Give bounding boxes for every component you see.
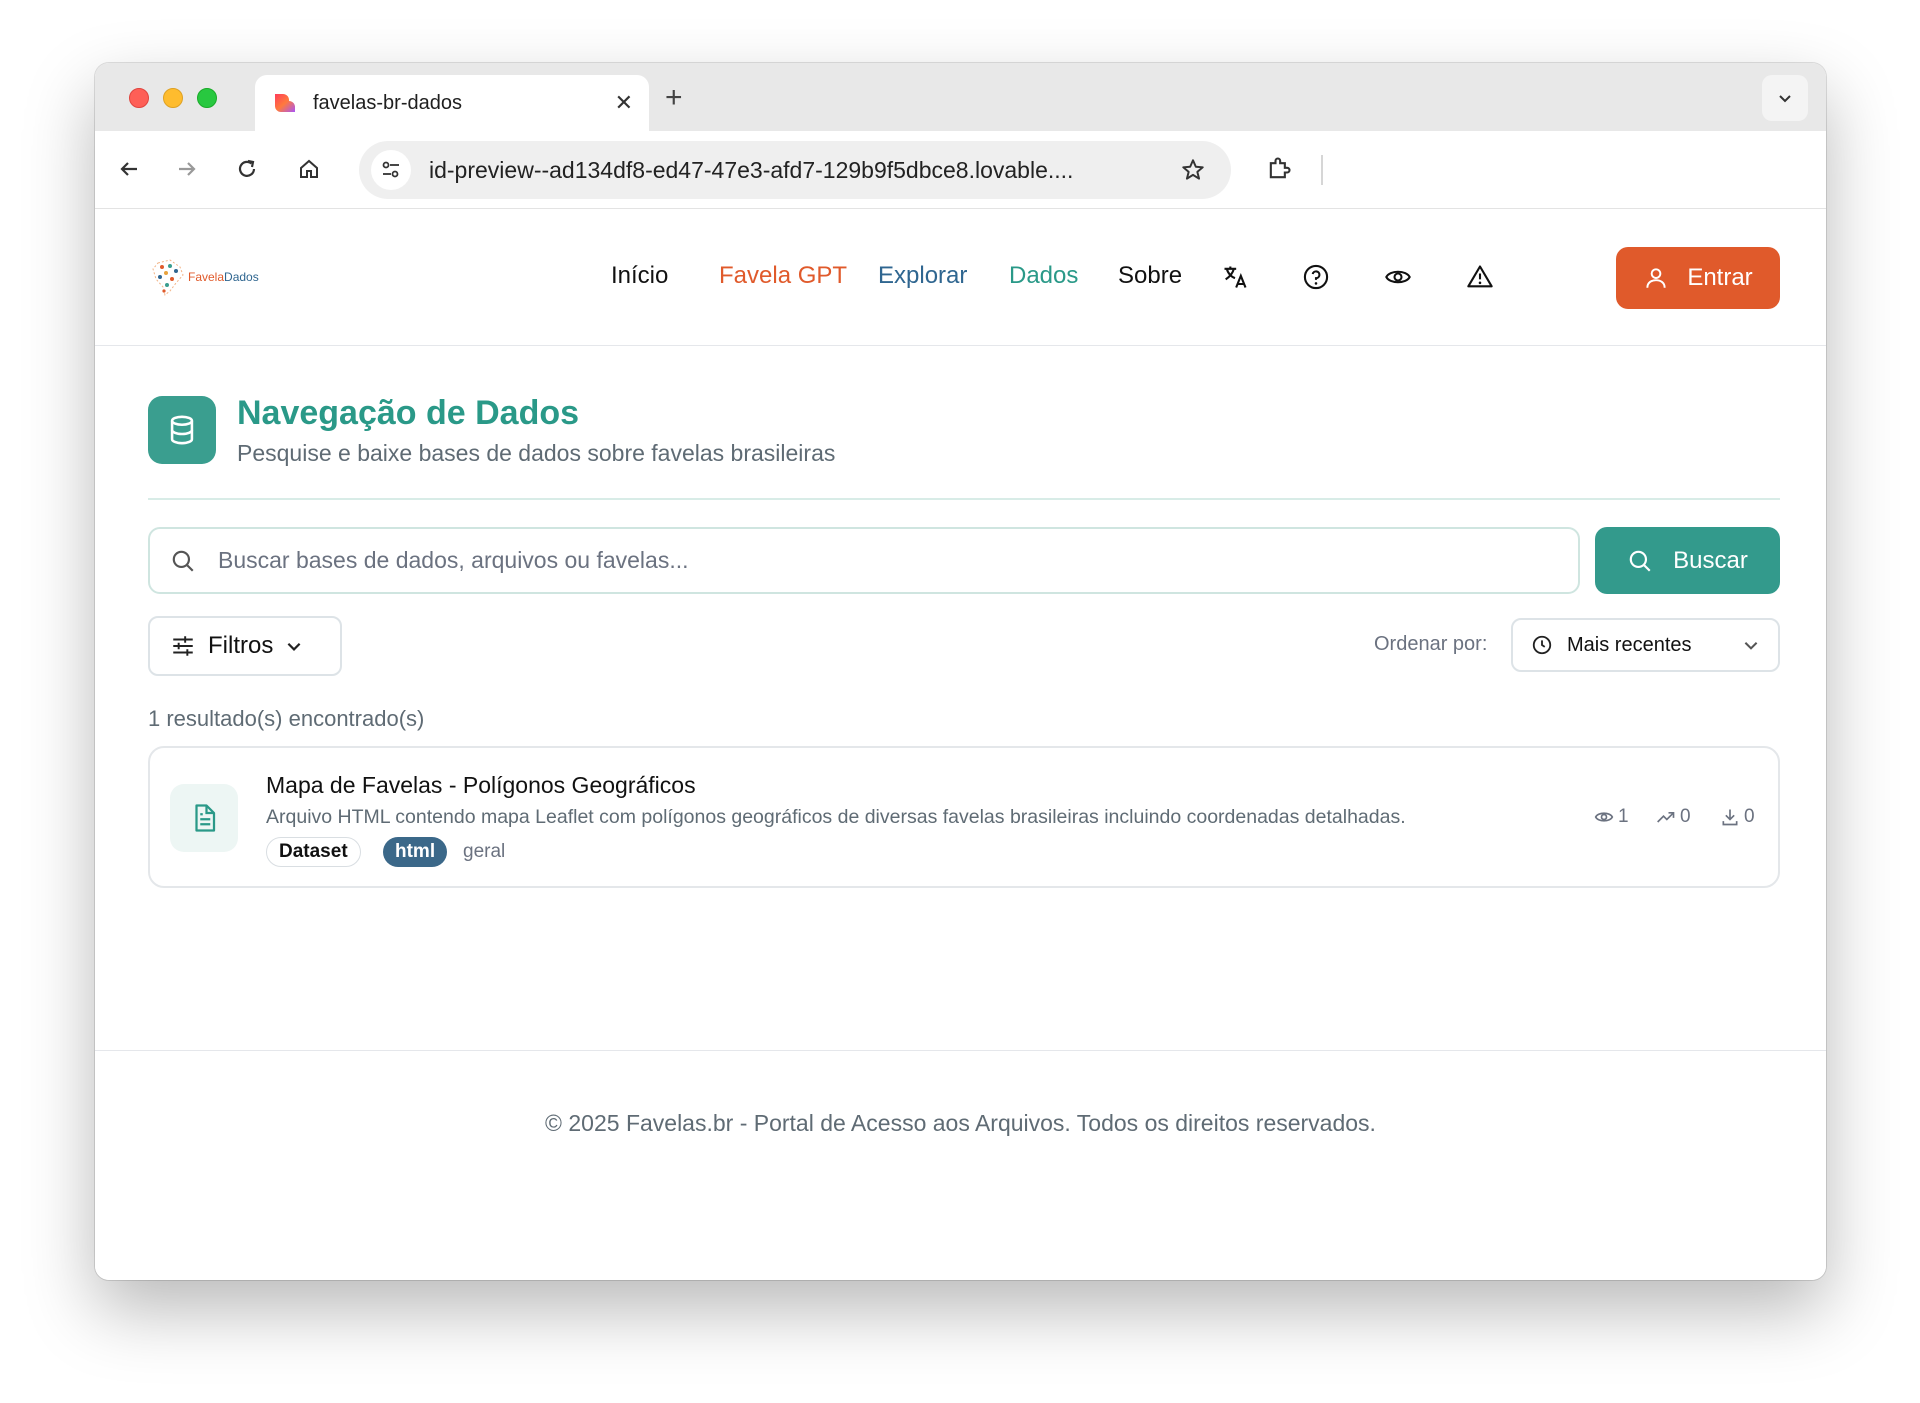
close-tab-icon[interactable]: ✕ [615,90,633,116]
filters-button[interactable]: Filtros [148,616,342,676]
trend-stat: 0 [1656,806,1691,828]
page-title: Navegação de Dados [237,394,580,432]
download-icon [1722,809,1738,826]
nav-explorar[interactable]: Explorar [878,262,967,290]
sort-select[interactable]: Mais recentes [1511,618,1780,672]
site-logo[interactable]: FavelaDados [150,252,270,302]
clock-icon [1532,635,1552,655]
browser-tab[interactable]: favelas-br-dados ✕ [255,75,649,131]
views-stat: 1 [1594,806,1629,828]
views-count: 1 [1618,806,1629,827]
site-info-button[interactable] [371,150,411,190]
file-text-icon [195,804,216,832]
filters-label: Filtros [208,632,274,659]
forward-button[interactable] [169,151,205,187]
url-text[interactable]: id-preview--ad134df8-ed47-47e3-afd7-129b… [429,157,1175,184]
report-button[interactable] [1463,260,1497,294]
sort-label: Ordenar por: [1374,633,1488,655]
file-icon-badge [170,784,238,852]
page: FavelaDados Início Favela GPT Explorar D… [95,210,1826,1280]
user-icon [1646,268,1666,288]
logo-text: FavelaDados [188,270,259,284]
search-button-label: Buscar [1673,546,1748,574]
minimize-window-button[interactable] [163,88,183,108]
site-navbar: FavelaDados Início Favela GPT Explorar D… [95,210,1826,346]
star-icon [1182,159,1204,180]
alert-icon [1467,265,1493,288]
puzzle-icon [1269,157,1291,179]
extensions-button[interactable] [1261,151,1297,187]
type-badge: Dataset [266,837,361,867]
database-icon [170,415,194,445]
nav-dados[interactable]: Dados [1009,262,1078,290]
eye-icon [1385,270,1411,284]
translate-button[interactable] [1218,260,1252,294]
toolbar-divider [1321,155,1323,185]
help-icon [1303,264,1329,290]
database-icon-badge [148,396,216,464]
close-window-button[interactable] [129,88,149,108]
page-subtitle: Pesquise e baixe bases de dados sobre fa… [237,440,836,466]
search-input[interactable] [218,547,1518,574]
result-card[interactable]: Mapa de Favelas - Polígonos Geográficos … [148,746,1780,888]
home-icon [300,159,318,178]
chevron-down-icon [287,642,301,651]
new-tab-button[interactable]: + [665,81,683,115]
category-label: geral [463,841,506,862]
footer-divider [95,1050,1826,1051]
chevron-down-icon [1744,642,1758,650]
tab-title: favelas-br-dados [313,91,462,114]
address-bar[interactable]: id-preview--ad134df8-ed47-47e3-afd7-129b… [359,141,1231,199]
downloads-stat: 0 [1720,806,1755,828]
translate-icon [1224,266,1247,288]
home-button[interactable] [291,151,327,187]
nav-inicio[interactable]: Início [611,262,668,290]
forward-arrow-icon [179,162,196,176]
reload-icon [238,159,256,177]
tab-strip: favelas-br-dados ✕ + [95,63,1826,131]
chevron-down-icon [1779,95,1791,103]
results-count: 1 resultado(s) encontrado(s) [148,706,425,731]
sort-value: Mais recentes [1567,633,1692,656]
eye-icon [1594,812,1614,822]
trending-up-icon [1657,812,1675,823]
result-description: Arquivo HTML contendo mapa Leaflet com p… [266,806,1406,828]
login-button[interactable]: Entrar [1616,247,1780,309]
search-button-icon [1629,550,1651,572]
browser-window: favelas-br-dados ✕ + id-preview--ad134df… [95,63,1826,1280]
section-divider [148,498,1780,500]
tab-search-button[interactable] [1762,75,1808,121]
search-icon [168,546,198,576]
brazil-map-logo-icon [152,259,184,296]
nav-favela-gpt[interactable]: Favela GPT [719,262,847,290]
maximize-window-button[interactable] [197,88,217,108]
footer-copyright: © 2025 Favelas.br - Portal de Acesso aos… [545,1110,1376,1136]
help-button[interactable] [1299,260,1333,294]
browser-toolbar: id-preview--ad134df8-ed47-47e3-afd7-129b… [95,131,1826,209]
back-button[interactable] [111,151,147,187]
bookmark-button[interactable] [1175,152,1211,188]
back-arrow-icon [120,162,137,176]
result-title[interactable]: Mapa de Favelas - Polígonos Geográficos [266,772,696,799]
search-button[interactable]: Buscar [1595,527,1780,594]
nav-sobre[interactable]: Sobre [1118,262,1182,290]
login-label: Entrar [1687,264,1753,291]
downloads-count: 0 [1744,806,1755,827]
trend-count: 0 [1680,806,1691,827]
search-box [148,527,1580,594]
format-badge: html [383,837,448,867]
tune-icon [382,161,399,178]
accessibility-view-button[interactable] [1381,260,1415,294]
sliders-icon [173,636,193,656]
lovable-favicon-icon [275,94,295,112]
reload-button[interactable] [229,151,265,187]
